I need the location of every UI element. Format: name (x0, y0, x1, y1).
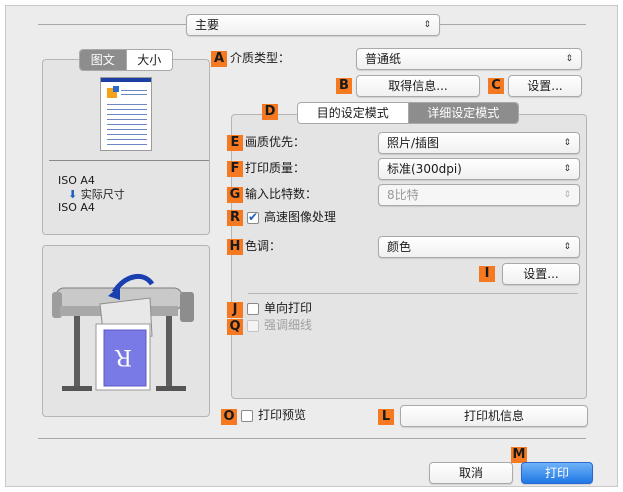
thumbnail-header-bar (101, 78, 151, 82)
thumbnail-line (107, 144, 147, 145)
thumbnail-line (107, 124, 147, 125)
fine-lines-label: 强调细线 (264, 318, 313, 332)
tab-advanced-mode[interactable]: 详细设定模式 (407, 103, 518, 123)
badge-f: F (227, 161, 243, 177)
print-preview-label: 打印预览 (258, 408, 307, 422)
badge-g: G (227, 187, 243, 203)
paper-to: ISO A4 (58, 201, 95, 214)
popup-arrows-icon: ⇕ (563, 138, 571, 148)
badge-j: J (227, 302, 243, 318)
input-bits-value: 8比特 (387, 188, 419, 202)
badge-b: B (336, 78, 352, 94)
badge-m: M (511, 447, 527, 463)
badge-i: I (479, 266, 495, 282)
badge-d: D (262, 104, 278, 120)
thumbnail-line (107, 134, 147, 135)
popup-arrows-icon: ⇕ (563, 242, 571, 252)
media-type-value: 普通纸 (365, 52, 402, 66)
page-thumbnail (100, 77, 152, 151)
print-button[interactable]: 打印 (521, 462, 593, 484)
media-settings-button[interactable]: 设置... (508, 75, 582, 97)
badge-q: Q (227, 319, 243, 335)
popup-arrows-icon: ⇕ (423, 20, 431, 30)
main-popup[interactable]: 主要 ⇕ (186, 14, 440, 36)
thumbnail-line (121, 94, 147, 95)
fast-image-label: 高速图像处理 (264, 210, 337, 224)
thumbnail-line (107, 139, 147, 140)
quality-priority-value: 照片/插图 (387, 136, 440, 150)
svg-text:R: R (114, 344, 132, 369)
media-type-label: 介质类型： (230, 51, 291, 65)
down-arrow-icon: ⬇ (68, 188, 78, 201)
mode-tabs[interactable]: 目的设定模式 详细设定模式 (297, 102, 519, 124)
color-mode-popup[interactable]: 颜色 ⇕ (378, 236, 580, 258)
scale-note: 实际尺寸 (80, 188, 125, 201)
tab-size[interactable]: 大小 (125, 50, 173, 70)
unidirectional-label: 单向打印 (264, 301, 313, 315)
quality-priority-popup[interactable]: 照片/插图 ⇕ (378, 132, 580, 154)
input-bits-label: 输入比特数： (245, 187, 318, 201)
badge-a: A (211, 51, 227, 67)
input-bits-popup[interactable]: 8比特 ⇕ (378, 184, 580, 206)
media-type-popup[interactable]: 普通纸 ⇕ (356, 48, 582, 70)
bottom-separator (38, 438, 586, 439)
thumbnail-line (107, 104, 147, 105)
panel-separator (248, 293, 578, 294)
color-settings-button[interactable]: 设置... (502, 263, 580, 285)
print-preview-checkbox[interactable] (241, 410, 253, 422)
thumbnail-line (107, 109, 147, 110)
popup-arrows-icon: ⇕ (563, 190, 571, 200)
badge-h: H (227, 239, 243, 255)
tab-layout[interactable]: 图文 (80, 50, 126, 70)
print-quality-label: 打印质量： (245, 161, 306, 175)
printer-info-button[interactable]: 打印机信息 (400, 405, 588, 427)
get-info-button[interactable]: 取得信息... (356, 75, 480, 97)
view-tabs[interactable]: 图文 大小 (79, 49, 173, 71)
thumbnail-line (107, 114, 147, 115)
thumbnail-line (121, 90, 147, 91)
thumbnail-image-accent (113, 86, 119, 92)
fast-image-checkbox[interactable] (247, 210, 259, 224)
badge-c: C (488, 78, 504, 94)
thumbnail-line (107, 119, 147, 120)
tab-purpose-mode[interactable]: 目的设定模式 (298, 103, 408, 123)
print-quality-popup[interactable]: 标准(300dpi) ⇕ (378, 158, 580, 180)
badge-r: R (227, 210, 243, 226)
popup-arrows-icon: ⇕ (563, 164, 571, 174)
popup-arrows-icon: ⇕ (565, 54, 573, 64)
unidirectional-checkbox[interactable] (247, 303, 259, 315)
badge-o: O (221, 409, 237, 425)
scale-note-row: ⬇ 实际尺寸 (68, 188, 125, 201)
color-mode-value: 颜色 (387, 240, 412, 254)
main-popup-value: 主要 (195, 18, 220, 32)
preview-divider (49, 160, 209, 161)
thumbnail-line (107, 129, 147, 130)
fine-lines-checkbox[interactable] (247, 320, 259, 332)
badge-e: E (227, 135, 243, 151)
printer-icon: R (52, 274, 194, 391)
paper-from: ISO A4 (58, 174, 95, 187)
color-mode-label: 色调： (245, 239, 282, 253)
cancel-button[interactable]: 取消 (429, 462, 513, 484)
print-quality-value: 标准(300dpi) (387, 162, 462, 176)
quality-priority-label: 画质优先： (245, 135, 306, 149)
badge-l: L (378, 409, 394, 425)
